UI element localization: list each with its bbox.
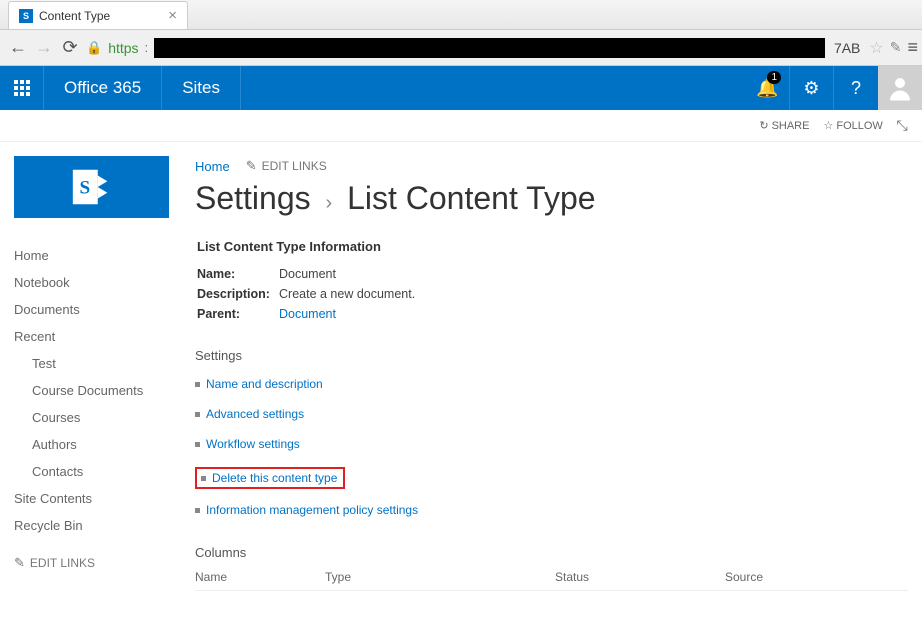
page-heading: Settings › List Content Type xyxy=(195,180,908,217)
nav-notebook[interactable]: Notebook xyxy=(14,269,185,296)
nav-recent-coursedocs[interactable]: Course Documents xyxy=(14,377,185,404)
close-tab-icon[interactable]: × xyxy=(168,7,177,24)
reload-button[interactable]: ⟳ xyxy=(60,37,80,58)
setting-advanced[interactable]: Advanced settings xyxy=(195,407,908,421)
browser-tab-bar: S Content Type × xyxy=(0,0,922,30)
share-button[interactable]: ↻ SHARE xyxy=(759,119,809,132)
chevron-right-icon: › xyxy=(320,192,339,214)
help-button[interactable]: ? xyxy=(834,66,878,110)
col-header-source[interactable]: Source xyxy=(725,570,908,584)
app-launcher-button[interactable] xyxy=(0,66,44,110)
avatar[interactable] xyxy=(878,66,922,110)
quick-launch-nav: Home Notebook Documents Recent Test Cour… xyxy=(14,242,185,571)
waffle-icon xyxy=(14,80,30,96)
notifications-badge: 1 xyxy=(767,71,781,84)
setting-info-mgmt-policy[interactable]: Information management policy settings xyxy=(195,503,908,517)
help-icon: ? xyxy=(851,78,861,99)
nav-edit-links[interactable]: ✎ EDIT LINKS xyxy=(14,555,95,571)
tab-title: Content Type xyxy=(39,9,110,23)
suite-spacer xyxy=(241,66,746,110)
info-desc-label: Description: xyxy=(197,287,279,301)
breadcrumb-edit-links[interactable]: ✎ EDIT LINKS xyxy=(246,158,327,174)
nav-recycle-bin[interactable]: Recycle Bin xyxy=(14,512,185,539)
action-bar: ↻ SHARE ☆ FOLLOW ⤢ xyxy=(0,110,922,142)
hamburger-menu-icon[interactable]: ≡ xyxy=(907,37,914,58)
setting-delete-content-type[interactable]: Delete this content type xyxy=(201,471,337,485)
browser-tab[interactable]: S Content Type × xyxy=(8,1,188,29)
suite-app-name[interactable]: Sites xyxy=(162,66,241,110)
info-desc-value: Create a new document. xyxy=(279,287,415,301)
setting-name-description[interactable]: Name and description xyxy=(195,377,908,391)
back-button[interactable]: ← xyxy=(8,37,28,58)
site-logo-tile[interactable]: S xyxy=(14,156,169,218)
info-name-label: Name: xyxy=(197,267,279,281)
page-title: List Content Type xyxy=(347,180,595,216)
notifications-button[interactable]: 🔔 1 xyxy=(746,66,790,110)
sharepoint-logo-icon: S xyxy=(69,164,115,210)
url-redacted[interactable] xyxy=(154,38,825,58)
bullet-icon xyxy=(195,442,200,447)
nav-recent[interactable]: Recent xyxy=(14,323,185,350)
left-sidebar: S Home Notebook Documents Recent Test Co… xyxy=(0,142,195,618)
info-name-value: Document xyxy=(279,267,336,281)
bullet-icon xyxy=(195,508,200,513)
columns-heading: Columns xyxy=(195,545,908,560)
col-header-status[interactable]: Status xyxy=(555,570,725,584)
nav-documents[interactable]: Documents xyxy=(14,296,185,323)
setting-workflow[interactable]: Workflow settings xyxy=(195,437,908,451)
suite-bar: Office 365 Sites 🔔 1 ⚙ ? xyxy=(0,66,922,110)
breadcrumb: Home ✎ EDIT LINKS xyxy=(195,158,908,174)
follow-button[interactable]: ☆ FOLLOW xyxy=(823,119,882,132)
suite-brand[interactable]: Office 365 xyxy=(44,66,162,110)
nav-recent-authors[interactable]: Authors xyxy=(14,431,185,458)
bookmark-star-icon[interactable]: ☆ xyxy=(869,38,883,58)
url-protocol: https xyxy=(108,40,138,56)
col-header-type[interactable]: Type xyxy=(325,570,555,584)
nav-home[interactable]: Home xyxy=(14,242,185,269)
pencil-icon: ✎ xyxy=(246,158,257,174)
lock-icon[interactable]: 🔒 xyxy=(86,40,102,56)
browser-address-bar: ← → ⟳ 🔒 https : 7AB ☆ ✎ ≡ xyxy=(0,30,922,66)
svg-text:S: S xyxy=(79,178,90,199)
gear-icon: ⚙ xyxy=(803,78,819,99)
forward-button: → xyxy=(34,37,54,58)
bullet-icon xyxy=(195,412,200,417)
focus-content-button[interactable]: ⤢ xyxy=(897,117,908,134)
content-type-info: List Content Type Information Name: Docu… xyxy=(197,239,908,324)
settings-heading: Settings xyxy=(195,348,908,363)
info-heading: List Content Type Information xyxy=(197,239,908,254)
nav-recent-contacts[interactable]: Contacts xyxy=(14,458,185,485)
bullet-icon xyxy=(195,382,200,387)
settings-button[interactable]: ⚙ xyxy=(790,66,834,110)
extension-icon[interactable]: ✎ xyxy=(890,39,902,56)
bullet-icon xyxy=(201,476,206,481)
columns-header-row: Name Type Status Source xyxy=(195,570,908,591)
nav-recent-test[interactable]: Test xyxy=(14,350,185,377)
breadcrumb-home[interactable]: Home xyxy=(195,159,230,174)
heading-settings: Settings xyxy=(195,180,311,216)
sharepoint-favicon: S xyxy=(19,9,33,23)
columns-section: Columns Name Type Status Source xyxy=(195,545,908,591)
main-content: S Home Notebook Documents Recent Test Co… xyxy=(0,142,922,618)
info-parent-label: Parent: xyxy=(197,307,279,321)
url-tail: 7AB xyxy=(831,40,863,56)
page-body: Home ✎ EDIT LINKS Settings › List Conten… xyxy=(195,142,922,618)
info-parent-link[interactable]: Document xyxy=(279,307,336,321)
nav-site-contents[interactable]: Site Contents xyxy=(14,485,185,512)
nav-recent-courses[interactable]: Courses xyxy=(14,404,185,431)
settings-section: Settings Name and description Advanced s… xyxy=(195,348,908,517)
delete-content-type-highlight: Delete this content type xyxy=(195,467,345,489)
person-icon xyxy=(885,73,915,103)
col-header-name[interactable]: Name xyxy=(195,570,325,584)
pencil-icon: ✎ xyxy=(14,555,25,571)
